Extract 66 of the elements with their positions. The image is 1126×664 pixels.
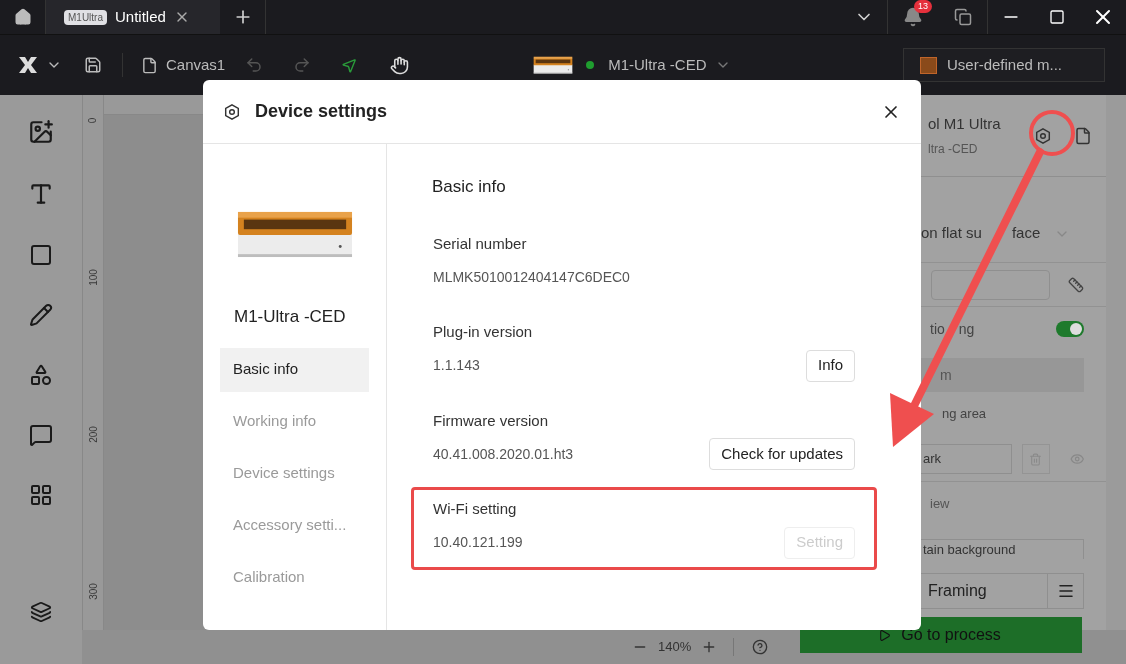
add-image-icon[interactable] (28, 119, 54, 145)
hand-tool-icon[interactable] (390, 55, 410, 75)
maximize-icon[interactable] (1049, 9, 1065, 25)
settings-icon[interactable] (223, 102, 241, 121)
menu-button[interactable] (1048, 573, 1084, 609)
select-tool-icon[interactable] (341, 56, 359, 74)
surface-option[interactable]: face (1011, 222, 1041, 245)
ruler-icon[interactable] (1068, 276, 1084, 293)
layers-icon[interactable] (30, 601, 52, 623)
setting-label: tio (930, 319, 945, 339)
bell-icon[interactable] (903, 7, 923, 27)
device-name[interactable]: M1-Ultra -CED (608, 53, 707, 77)
nav-item[interactable]: Basic info (220, 347, 369, 392)
setting-label: ng (958, 319, 976, 339)
text-tool-icon[interactable] (28, 181, 54, 207)
notification-count: 13 (914, 0, 932, 13)
dialog-title: Device settings (255, 100, 389, 123)
section-label: iew (929, 494, 951, 513)
document-tab[interactable]: M1Ultra Untitled (46, 0, 220, 34)
row-label: m (940, 365, 952, 385)
field-label: Wi-Fi setting (433, 499, 518, 519)
apps-icon[interactable] (29, 483, 53, 507)
device-name: M1-Ultra -CED (234, 306, 347, 328)
surface-option[interactable]: on flat su (921, 222, 982, 245)
field-value: MLMK5010012404147C6DEC0 (433, 267, 631, 287)
home-icon[interactable] (13, 8, 32, 26)
action-button[interactable]: Info (805, 349, 855, 382)
field-value: 10.40.121.199 (433, 533, 524, 552)
ruler-mark: 0 (86, 117, 100, 124)
ruler-mark: 200 (86, 426, 100, 443)
field-label: Plug-in version (433, 322, 534, 342)
field-value: 1.1.143 (433, 356, 481, 375)
section-title: Basic info (432, 176, 507, 198)
windows-icon[interactable] (953, 8, 972, 26)
nav-item[interactable]: Device settings (220, 451, 369, 496)
area-label: ng area (942, 405, 988, 423)
play-icon (878, 628, 892, 642)
shapes-icon[interactable] (29, 363, 53, 387)
field-value: 40.41.008.2020.01.ht3 (433, 444, 575, 464)
toggle-switch[interactable] (1056, 321, 1084, 337)
ruler-mark: 300 (86, 583, 100, 600)
save-icon[interactable] (84, 56, 102, 74)
file-icon[interactable] (141, 56, 158, 74)
nav-item[interactable]: Accessory setti... (220, 503, 369, 548)
rectangle-tool-icon[interactable] (29, 243, 53, 267)
material-swatch-icon (920, 56, 937, 74)
highlight-circle (1029, 110, 1075, 156)
nav-item[interactable]: Calibration (220, 555, 369, 600)
field-label: Serial number (433, 233, 528, 254)
nav-item[interactable]: Working info (220, 399, 369, 444)
device-badge: M1Ultra (64, 9, 107, 25)
pen-tool-icon[interactable] (29, 303, 53, 327)
input-field[interactable] (931, 269, 1050, 300)
tab-title: Untitled (115, 6, 166, 27)
menu-icon (1056, 582, 1075, 600)
logo-icon[interactable] (18, 56, 38, 74)
help-icon[interactable] (752, 639, 769, 655)
document-name[interactable]: Canvas1 (166, 53, 226, 77)
material-selector[interactable]: User-defined m... (903, 48, 1105, 82)
file-icon[interactable] (1074, 126, 1092, 145)
device-subtitle: ltra -CED (928, 140, 979, 158)
zoom-level: 140% (658, 638, 692, 657)
action-button[interactable]: Check for updates (709, 438, 855, 470)
field-label: Firmware version (433, 410, 550, 431)
device-title: ol M1 Ultra (928, 114, 1002, 135)
ruler-mark: 100 (86, 269, 100, 286)
